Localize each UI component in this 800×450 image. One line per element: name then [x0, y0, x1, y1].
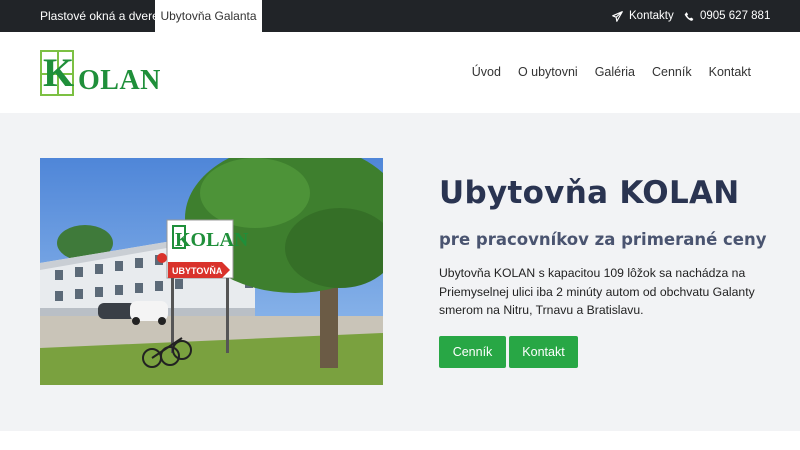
hero-title: Ubytovňa KOLAN — [439, 175, 740, 211]
sign-logo-text: KOLAN — [175, 229, 249, 251]
hero-photo: KOLAN UBYTOVŇA — [40, 158, 383, 385]
building-photo-illustration: KOLAN UBYTOVŇA — [40, 158, 383, 385]
nav-item-uvod[interactable]: Úvod — [472, 32, 501, 113]
paper-plane-icon — [612, 10, 623, 22]
sign-arrow-text: UBYTOVŇA — [172, 265, 223, 276]
tab-plastove-okna[interactable]: Plastové okná a dvere — [40, 0, 159, 32]
logo-wordmark: OLAN — [78, 65, 161, 96]
page-bottom-strip — [0, 431, 800, 450]
nav-item-galeria[interactable]: Galéria — [595, 32, 635, 113]
phone-link[interactable]: 0905 627 881 — [684, 0, 770, 32]
logo-letter-k: K — [43, 50, 75, 95]
cennik-button[interactable]: Cenník — [439, 336, 506, 368]
kolan-logo[interactable]: K OLAN — [40, 50, 160, 96]
tab-ubytovna-galanta[interactable]: Ubytovňa Galanta — [155, 0, 262, 32]
contacts-link[interactable]: Kontakty — [612, 0, 674, 32]
phone-number: 0905 627 881 — [700, 10, 771, 22]
hero-description: Ubytovňa KOLAN s kapacitou 109 lôžok sa … — [439, 266, 755, 317]
site-header: K OLAN Úvod O ubytovni Galéria Cenník Ko… — [0, 32, 800, 113]
contacts-label: Kontakty — [629, 10, 674, 22]
nav-item-o-ubytovni[interactable]: O ubytovni — [518, 32, 578, 113]
hero-section: KOLAN UBYTOVŇA Ubytovňa KOLAN pre pracov… — [0, 113, 800, 431]
top-bar: Plastové okná a dvere Ubytovňa Galanta K… — [0, 0, 800, 32]
phone-icon — [684, 11, 694, 21]
hero-subtitle: pre pracovníkov za primerané ceny — [439, 230, 767, 249]
nav-item-kontakt[interactable]: Kontakt — [709, 32, 751, 113]
nav-item-cennik[interactable]: Cenník — [652, 32, 692, 113]
kontakt-button[interactable]: Kontakt — [509, 336, 578, 368]
main-nav: Úvod O ubytovni Galéria Cenník Kontakt — [455, 32, 751, 113]
